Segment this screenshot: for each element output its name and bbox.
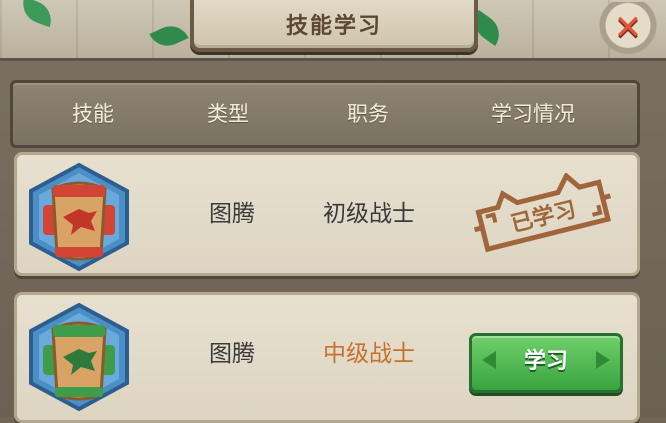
skill-job: 中级战士 xyxy=(323,341,415,367)
learn-button[interactable]: 学习 xyxy=(469,333,623,393)
close-icon: ✕ xyxy=(613,8,643,48)
skill-type: 图腾 xyxy=(209,341,255,367)
header-job: 职务 xyxy=(347,102,389,126)
learned-stamp: 已学习 xyxy=(467,171,617,257)
close-button[interactable]: ✕ xyxy=(598,2,658,54)
title-plate: 技能学习 xyxy=(190,0,478,52)
skill-type: 图腾 xyxy=(209,201,255,227)
header-learn-status: 学习情况 xyxy=(491,102,575,126)
leaf-decoration xyxy=(149,19,189,53)
learn-button-label: 学习 xyxy=(523,349,568,374)
header-type: 类型 xyxy=(207,102,249,126)
panel-title: 技能学习 xyxy=(285,14,382,39)
table-row: 图腾 中级战士 学习 xyxy=(14,292,640,423)
table-header: 技能 类型 职务 学习情况 xyxy=(10,80,640,148)
skill-panel: 技能学习 ✕ 技能 类型 职务 学习情况 图腾 初级战士 已学习 图腾 中级战士… xyxy=(0,0,666,423)
green-totem-icon xyxy=(23,301,135,413)
header-skill: 技能 xyxy=(72,102,114,126)
leaf-decoration xyxy=(17,0,57,28)
skill-job: 初级战士 xyxy=(323,201,415,227)
arrow-left-icon xyxy=(482,351,496,369)
table-row: 图腾 初级战士 已学习 xyxy=(14,152,640,276)
red-totem-icon xyxy=(23,161,135,273)
arrow-right-icon xyxy=(596,351,610,369)
